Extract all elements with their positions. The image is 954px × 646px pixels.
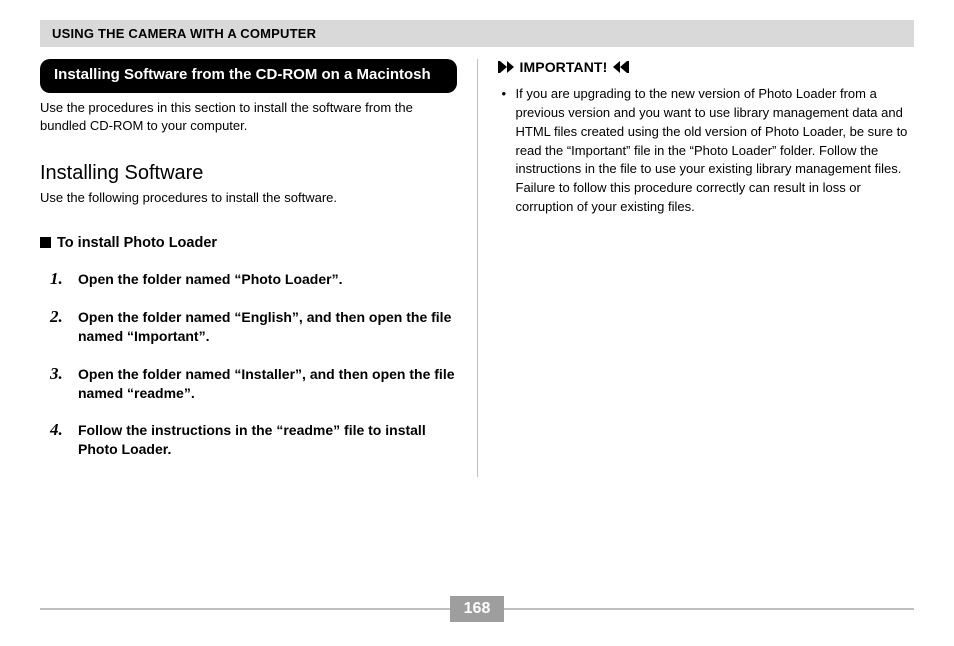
square-bullet-icon: [40, 237, 51, 248]
step-number: 4.: [50, 420, 70, 440]
step-text: Open the folder named “English”, and the…: [78, 307, 457, 346]
important-heading: IMPORTANT!: [498, 59, 915, 75]
footer-rule-right: [504, 608, 914, 610]
steps-list: 1. Open the folder named “Photo Loader”.…: [40, 269, 457, 459]
topic-intro: Use the procedures in this section to in…: [40, 99, 457, 134]
page-footer: 168: [40, 596, 914, 622]
step-text: Open the folder named “Installer”, and t…: [78, 364, 457, 403]
step-number: 3.: [50, 364, 70, 384]
bullet-icon: •: [502, 85, 510, 217]
step-item: 4. Follow the instructions in the “readm…: [50, 420, 457, 459]
section-heading: Installing Software: [40, 162, 457, 185]
topic-pill: Installing Software from the CD-ROM on a…: [40, 59, 457, 93]
section-subtext: Use the following procedures to install …: [40, 189, 457, 207]
step-text: Follow the instructions in the “readme” …: [78, 420, 457, 459]
step-item: 3. Open the folder named “Installer”, an…: [50, 364, 457, 403]
step-item: 1. Open the folder named “Photo Loader”.: [50, 269, 457, 289]
important-body: • If you are upgrading to the new versio…: [498, 85, 915, 217]
important-label: IMPORTANT!: [520, 59, 608, 75]
manual-page: USING THE CAMERA WITH A COMPUTER Install…: [40, 20, 914, 477]
triangle-left-group-icon: [613, 61, 629, 73]
step-number: 1.: [50, 269, 70, 289]
footer-rule-left: [40, 608, 450, 610]
right-column: IMPORTANT! • If you are upgrading to the…: [478, 59, 915, 477]
step-item: 2. Open the folder named “English”, and …: [50, 307, 457, 346]
step-text: Open the folder named “Photo Loader”.: [78, 269, 342, 289]
content-columns: Installing Software from the CD-ROM on a…: [40, 59, 914, 477]
page-number: 168: [450, 596, 505, 622]
left-column: Installing Software from the CD-ROM on a…: [40, 59, 477, 477]
subsection-heading: To install Photo Loader: [40, 235, 457, 251]
step-number: 2.: [50, 307, 70, 327]
subsection-heading-text: To install Photo Loader: [57, 235, 217, 251]
section-header-bar: USING THE CAMERA WITH A COMPUTER: [40, 20, 914, 47]
important-text: If you are upgrading to the new version …: [516, 85, 915, 217]
triangle-right-group-icon: [498, 61, 514, 73]
